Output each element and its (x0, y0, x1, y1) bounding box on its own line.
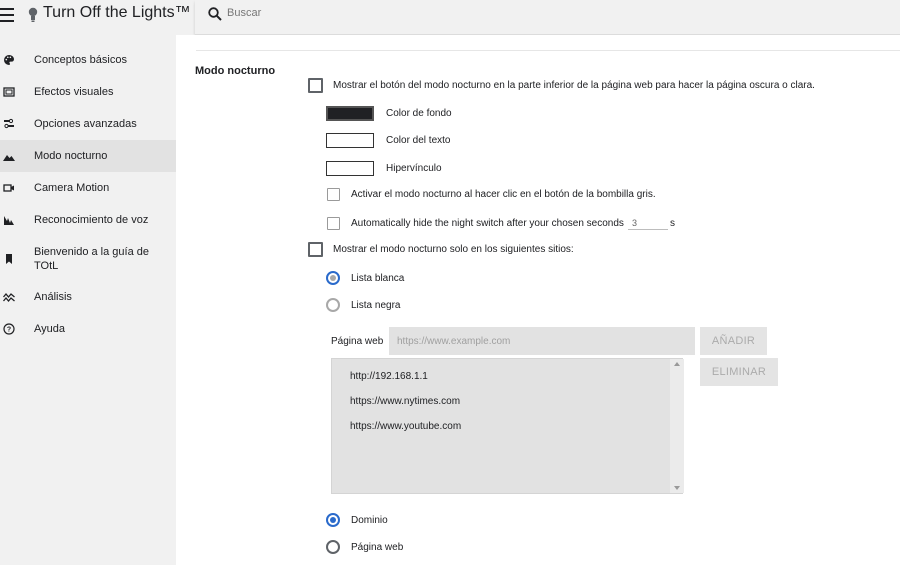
autohide-row: Automatically hide the night switch afte… (327, 216, 675, 230)
text-color-label: Color del texto (386, 135, 451, 146)
sidebar-item-label: Bienvenido a la guía de TOtL (34, 245, 149, 272)
scroll-up-icon[interactable] (674, 362, 680, 366)
website-input[interactable] (389, 327, 695, 355)
bg-color-label: Color de fondo (386, 108, 452, 119)
autohide-checkbox[interactable] (327, 216, 340, 230)
link-color-row: Hipervínculo (326, 161, 442, 176)
sidebar-item-camera-motion[interactable]: Camera Motion (0, 172, 176, 204)
whitelist-row: Lista blanca (326, 271, 404, 285)
text-color-row: Color del texto (326, 133, 450, 148)
autohide-label: Automatically hide the night switch afte… (351, 217, 624, 229)
analytics-icon (3, 292, 15, 303)
settings-sliders-icon (4, 118, 14, 129)
show-button-label: Mostrar el botón del modo nocturno en la… (333, 80, 815, 91)
lightbulb-icon (28, 7, 38, 22)
search-bar (195, 0, 900, 35)
only-sites-label: Mostrar el modo nocturno solo en los sig… (333, 244, 574, 255)
blacklist-label: Lista negra (351, 299, 401, 311)
app-title: Turn Off the Lights™ (43, 4, 191, 21)
search-input[interactable] (227, 4, 827, 22)
webpage-radio[interactable] (326, 540, 340, 554)
sidebar-item-ayuda[interactable]: ? Ayuda (0, 313, 176, 345)
link-color-swatch[interactable] (326, 161, 374, 176)
bg-color-row: Color de fondo (326, 106, 452, 121)
sidebar-item-label: Camera Motion (34, 182, 110, 194)
show-button-row: Mostrar el botón del modo nocturno en la… (308, 78, 815, 93)
list-item[interactable]: https://www.nytimes.com (350, 396, 460, 407)
sidebar-item-analisis[interactable]: Análisis (0, 281, 176, 313)
palette-icon (4, 55, 14, 65)
activate-checkbox[interactable] (327, 188, 340, 201)
sidebar-item-label: Modo nocturno (34, 150, 108, 162)
sidebar-item-label: Efectos visuales (34, 86, 114, 98)
sidebar-item-bienvenido[interactable]: Bienvenido a la guía de TOtL (0, 236, 176, 281)
domain-radio[interactable] (326, 513, 340, 527)
only-sites-row: Mostrar el modo nocturno solo en los sig… (308, 242, 574, 257)
sidebar: Conceptos básicos Efectos visuales Opcio… (0, 35, 176, 565)
domain-row: Dominio (326, 513, 388, 527)
voice-wave-icon (4, 216, 14, 225)
sidebar-item-label: Reconocimiento de voz (34, 214, 149, 226)
bookmark-icon (6, 253, 12, 264)
delete-site-button[interactable]: ELIMINAR (700, 358, 778, 386)
sidebar-item-reconocimiento[interactable]: Reconocimiento de voz (0, 204, 176, 236)
whitelist-label: Lista blanca (351, 272, 405, 284)
top-bar: Turn Off the Lights™ (0, 0, 900, 35)
autohide-unit: s (669, 217, 675, 229)
webpage-row: Página web (326, 540, 403, 554)
help-icon: ? (3, 323, 15, 335)
sidebar-item-modo-nocturno[interactable]: Modo nocturno (0, 140, 176, 172)
divider (196, 50, 900, 51)
list-item[interactable]: https://www.youtube.com (350, 421, 461, 432)
web-label: Página web (331, 336, 384, 347)
blacklist-row: Lista negra (326, 298, 400, 312)
activate-row: Activar el modo nocturno al hacer clic e… (327, 188, 656, 201)
list-item[interactable]: http://192.168.1.1 (350, 371, 428, 382)
sidebar-item-label: Ayuda (34, 323, 65, 335)
add-site-button[interactable]: AÑADIR (700, 327, 767, 355)
main-content: Modo nocturno Mostrar el botón del modo … (176, 35, 900, 565)
blacklist-radio[interactable] (326, 298, 340, 312)
sidebar-item-opciones[interactable]: Opciones avanzadas (0, 108, 176, 140)
sidebar-item-label: Opciones avanzadas (34, 118, 137, 130)
scroll-down-icon[interactable] (674, 486, 680, 490)
autohide-seconds-input[interactable] (627, 216, 668, 230)
menu-icon[interactable] (0, 8, 14, 24)
monitor-icon (3, 87, 15, 97)
bg-color-swatch[interactable] (326, 106, 374, 121)
svg-text:?: ? (7, 327, 11, 334)
list-scrollbar[interactable] (670, 359, 684, 493)
activate-label: Activar el modo nocturno al hacer clic e… (351, 189, 656, 200)
webpage-label: Página web (351, 541, 404, 553)
sidebar-item-conceptos[interactable]: Conceptos básicos (0, 44, 176, 76)
whitelist-radio[interactable] (326, 271, 340, 285)
search-icon[interactable] (207, 6, 223, 22)
domain-label: Dominio (351, 514, 388, 526)
landscape-icon (3, 155, 15, 161)
text-color-swatch[interactable] (326, 133, 374, 148)
camera-icon (3, 184, 14, 192)
sidebar-item-efectos[interactable]: Efectos visuales (0, 76, 176, 108)
show-button-checkbox[interactable] (308, 78, 323, 93)
only-sites-checkbox[interactable] (308, 242, 323, 257)
site-list[interactable]: http://192.168.1.1 https://www.nytimes.c… (331, 358, 684, 494)
sidebar-item-label: Conceptos básicos (34, 54, 127, 66)
sidebar-item-label: Análisis (34, 291, 72, 303)
link-color-label: Hipervínculo (386, 163, 442, 174)
brand-area: Turn Off the Lights™ (0, 0, 195, 35)
section-title: Modo nocturno (195, 65, 276, 77)
